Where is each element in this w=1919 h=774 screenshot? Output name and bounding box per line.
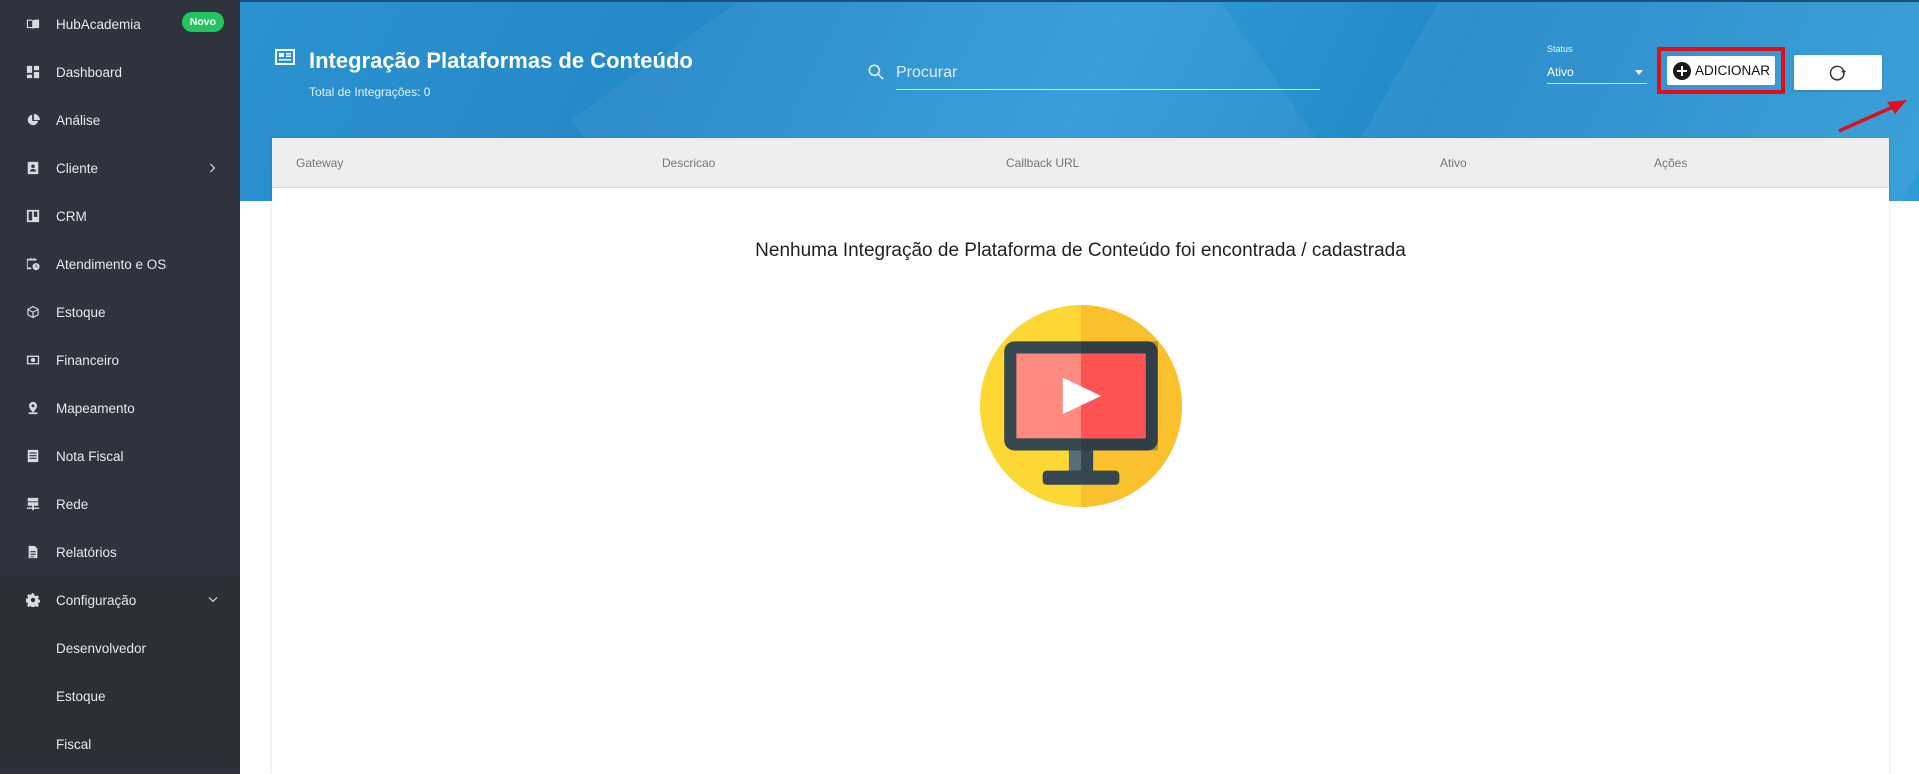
refresh-icon [1829,65,1847,81]
plus-circle-icon [1672,61,1691,80]
integrations-table: Gateway Descricao Callback URL Ativo Açõ… [272,138,1889,774]
add-button-highlight: ADICIONAR [1657,47,1785,94]
receipt-icon [25,448,41,464]
integration-count: Total de Integrações: 0 [309,85,431,99]
sidebar-item-label: Relatórios [56,544,117,560]
sidebar-subitem-label: Estoque [56,688,106,704]
sidebar-item-label: HubAcademia [56,16,141,32]
sidebar-item-financeiro[interactable]: Financeiro [0,336,240,384]
pie-chart-icon [25,112,41,128]
chevron-down-icon [206,593,220,607]
sidebar-item-cliente[interactable]: Cliente [0,144,240,192]
search-box [866,56,1321,92]
kanban-icon [25,208,41,224]
sidebar-item-label: Financeiro [56,352,120,368]
network-icon [25,496,41,512]
column-header-acoes: Ações [1654,156,1688,170]
sidebar-item-label: Configuração [56,592,137,608]
sidebar-item-label: Atendimento e OS [56,256,167,272]
contact-card-icon [25,160,41,176]
sidebar-item-hubacademia[interactable]: HubAcademia Novo [0,0,240,48]
status-label: Status [1547,44,1573,54]
sidebar-item-label: Dashboard [56,64,123,80]
integration-panel-icon [273,46,297,75]
caret-down-icon [1635,70,1643,75]
add-button[interactable]: ADICIONAR [1667,56,1775,85]
column-header-callback-url[interactable]: Callback URL [1006,156,1079,170]
sidebar-item-nota-fiscal[interactable]: Nota Fiscal [0,432,240,480]
sidebar: HubAcademia Novo Dashboard Análise Clien… [0,0,240,774]
annotation-arrow [1838,100,1907,133]
sidebar-item-crm[interactable]: CRM [0,192,240,240]
sidebar-item-label: CRM [56,208,87,224]
table-header: Gateway Descricao Callback URL Ativo Açõ… [272,138,1889,188]
sidebar-item-label: Estoque [56,304,106,320]
money-icon [25,352,41,368]
sidebar-item-label: Nota Fiscal [56,448,124,464]
sidebar-item-configuracao[interactable]: Configuração [0,576,240,624]
map-pin-icon [25,400,41,416]
page-title-group: Integração Plataformas de Conteúdo [273,46,693,75]
search-input[interactable] [896,56,1320,90]
sidebar-item-mapeamento[interactable]: Mapeamento [0,384,240,432]
book-open-icon [25,16,41,32]
sidebar-item-dashboard[interactable]: Dashboard [0,48,240,96]
sidebar-subitem-label: Desenvolvedor [56,640,147,656]
status-select[interactable]: Ativo [1547,60,1647,84]
sidebar-subitem-estoque[interactable]: Estoque [0,672,240,720]
add-button-label: ADICIONAR [1694,63,1770,78]
calendar-clock-icon [25,256,41,272]
empty-state-message: Nenhuma Integração de Plataforma de Cont… [755,240,1406,261]
sidebar-item-rede[interactable]: Rede [0,480,240,528]
dashboard-icon [25,64,41,80]
config-group: Configuração Desenvolvedor Estoque Fisca… [0,576,240,768]
new-badge: Novo [181,12,224,32]
sidebar-item-analise[interactable]: Análise [0,96,240,144]
box-icon [25,304,41,320]
page-title: Integração Plataformas de Conteúdo [309,47,693,73]
sidebar-item-label: Análise [56,112,101,128]
sidebar-item-estoque[interactable]: Estoque [0,288,240,336]
sidebar-item-relatorios[interactable]: Relatórios [0,528,240,576]
column-header-descricao[interactable]: Descricao [662,156,715,170]
sidebar-item-label: Rede [56,496,89,512]
sidebar-item-atendimento[interactable]: Atendimento e OS [0,240,240,288]
chevron-right-icon [206,161,220,175]
status-value: Ativo [1547,65,1574,79]
document-icon [25,544,41,560]
column-header-ativo[interactable]: Ativo [1440,156,1467,170]
gear-icon [25,592,41,608]
column-header-gateway[interactable]: Gateway [296,156,343,170]
sidebar-subitem-desenvolvedor[interactable]: Desenvolvedor [0,624,240,672]
refresh-button[interactable] [1794,55,1882,90]
sidebar-subitem-label: Fiscal [56,736,92,752]
video-monitor-icon [980,305,1182,507]
sidebar-item-label: Cliente [56,160,99,176]
sidebar-item-label: Mapeamento [56,400,135,416]
sidebar-subitem-fiscal[interactable]: Fiscal [0,720,240,768]
search-icon [866,62,886,87]
